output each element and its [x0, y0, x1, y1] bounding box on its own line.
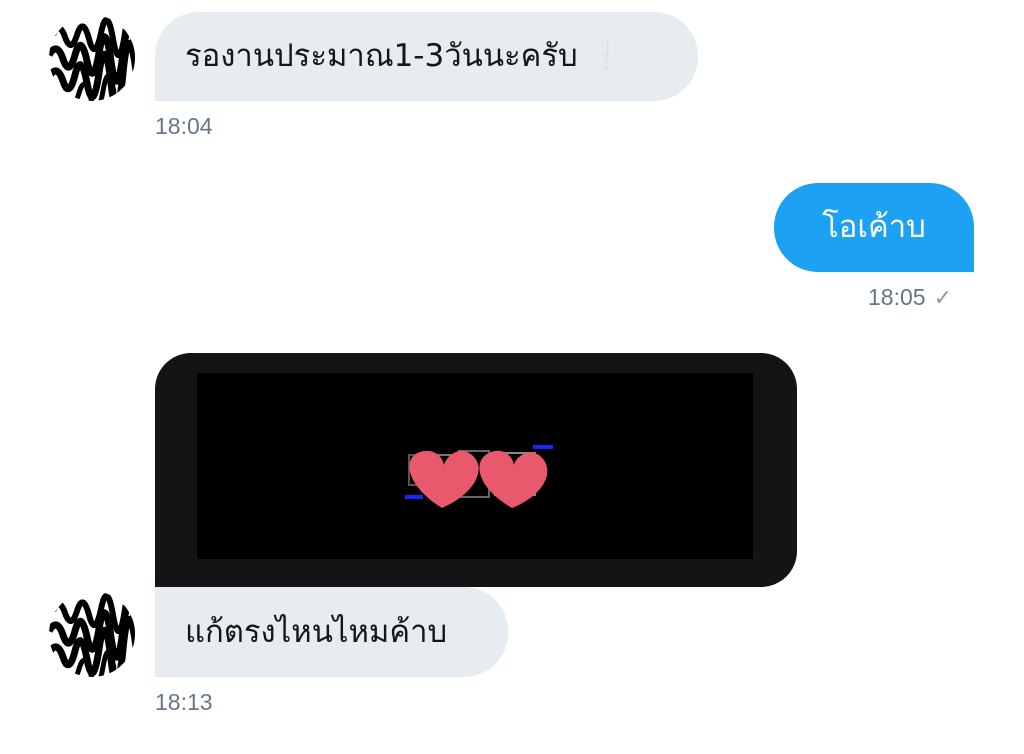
read-check-icon: ✓	[933, 285, 952, 310]
zigzag-avatar-icon	[49, 15, 135, 101]
message-timestamp: 18:04	[155, 113, 213, 139]
message-bubble-incoming[interactable]: รองานประมาณ1-3วันนะครับ ❕	[155, 12, 698, 101]
message-bubble-incoming[interactable]: แก้ตรงไหนไหมค้าบ	[155, 587, 508, 677]
zigzag-avatar-icon	[49, 591, 135, 677]
message-timestamp: 18:05 ✓	[868, 284, 952, 311]
message-text: โอเค้าบ	[822, 209, 926, 245]
message-text: รองานประมาณ1-3วันนะครับ	[185, 38, 578, 74]
heart-stickers-icon	[405, 445, 553, 508]
sender-avatar[interactable]	[49, 15, 135, 101]
timestamp-text: 18:05	[868, 284, 926, 310]
sender-avatar[interactable]	[49, 591, 135, 677]
message-timestamp: 18:13	[155, 689, 213, 715]
exclamation-emoji: ❕	[589, 41, 623, 72]
message-text: แก้ตรงไหนไหมค้าบ	[185, 613, 448, 650]
image-content	[197, 373, 753, 559]
message-bubble-outgoing[interactable]: โอเค้าบ	[774, 183, 974, 272]
image-attachment[interactable]	[155, 353, 797, 587]
